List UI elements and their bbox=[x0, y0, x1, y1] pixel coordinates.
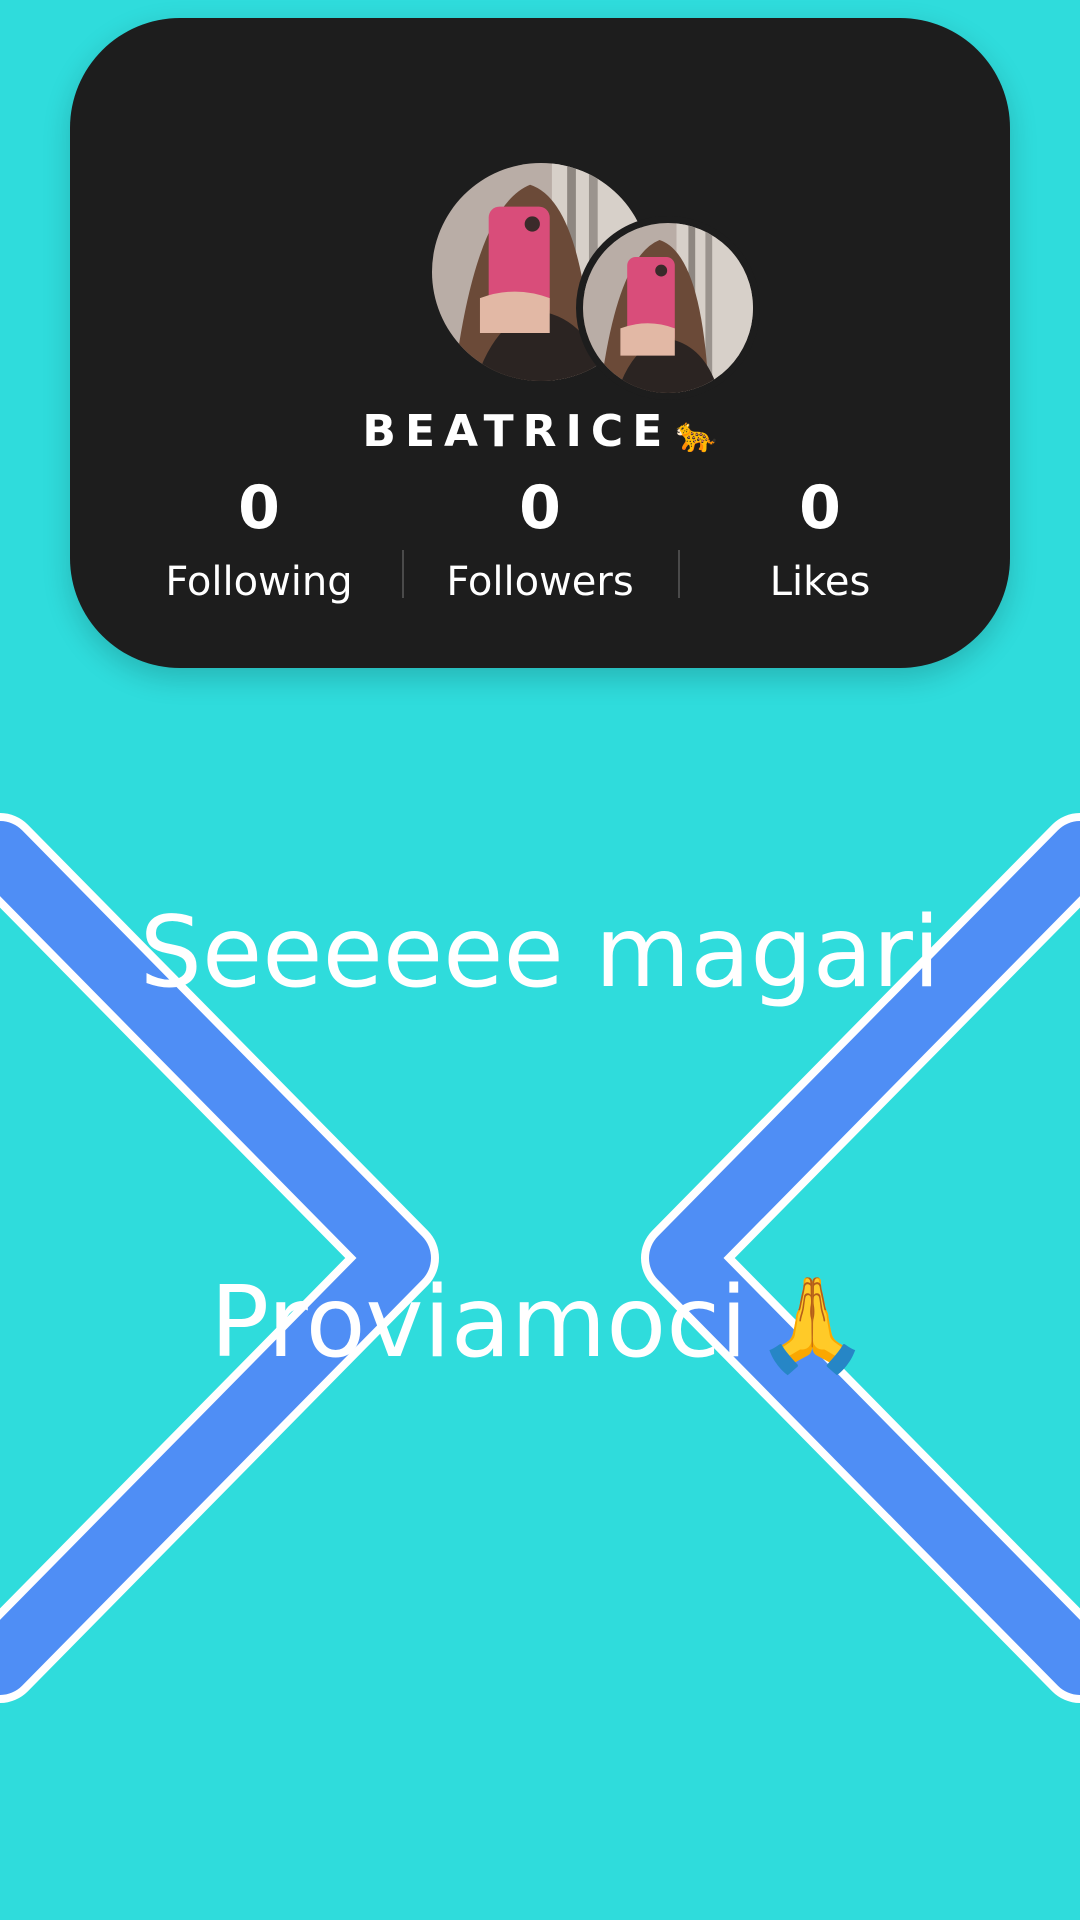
profile-card: BEATRICE 🐆 0 Following 0 Followers 0 Likes bbox=[70, 18, 1010, 668]
stat-label: Followers bbox=[446, 559, 634, 605]
username-row: BEATRICE 🐆 bbox=[70, 406, 1010, 457]
leopard-emoji-icon: 🐆 bbox=[675, 415, 718, 455]
stat-divider bbox=[402, 550, 404, 598]
caption-line-1: Seeeeee magari bbox=[139, 896, 941, 1010]
stat-count: 0 bbox=[238, 473, 280, 543]
praying-hands-emoji-icon: 🙏 bbox=[755, 1271, 870, 1378]
stat-following[interactable]: 0 Following bbox=[129, 478, 389, 602]
username: BEATRICE bbox=[362, 406, 672, 457]
stat-count: 0 bbox=[799, 473, 841, 543]
stat-followers[interactable]: 0 Followers bbox=[410, 478, 670, 602]
stat-likes[interactable]: 0 Likes bbox=[690, 478, 950, 602]
caption-line-2: Proviamoci🙏 bbox=[0, 1269, 1080, 1378]
stat-divider bbox=[678, 550, 680, 598]
stat-label: Likes bbox=[769, 559, 871, 605]
secondary-avatar bbox=[576, 216, 760, 400]
stat-label: Following bbox=[165, 559, 353, 605]
caption-line-2-text: Proviamoci bbox=[210, 1266, 748, 1380]
profile-photo-icon bbox=[583, 223, 753, 393]
stat-count: 0 bbox=[519, 473, 561, 543]
